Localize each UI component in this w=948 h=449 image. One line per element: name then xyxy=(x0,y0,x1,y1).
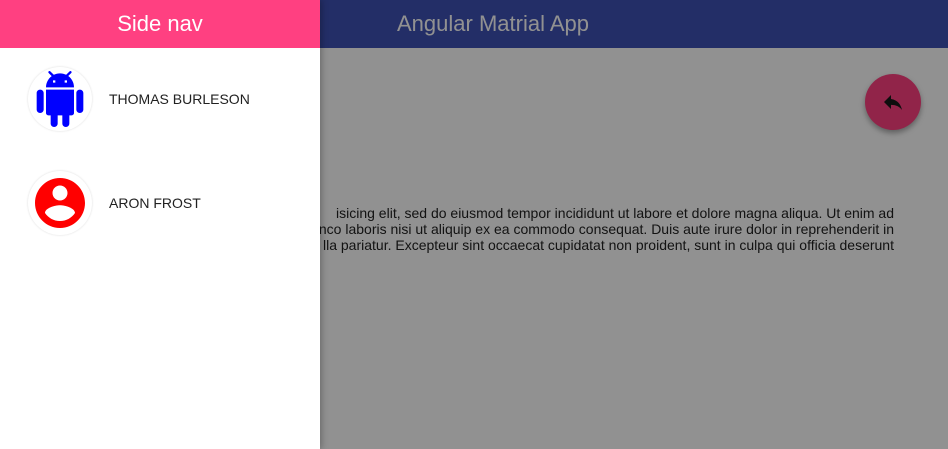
android-icon xyxy=(36,71,84,127)
sidenav-item-label: THOMAS BURLESON xyxy=(109,91,250,107)
sidenav-item-thomas-burleson[interactable]: THOMAS BURLESON xyxy=(0,59,320,139)
sidenav-item-label: ARON FROST xyxy=(109,195,201,211)
sidenav-item-aron-frost[interactable]: ARON FROST xyxy=(0,163,320,243)
app-root: Angular Matrial App isicing elit, sed do… xyxy=(0,0,948,449)
sidenav-header: Side nav xyxy=(0,0,320,48)
avatar xyxy=(28,171,92,235)
sidenav-title: Side nav xyxy=(117,11,203,36)
side-nav: Side nav THOMAS BURLESON ARON FROST xyxy=(0,0,320,449)
account-circle-icon xyxy=(35,178,85,228)
avatar xyxy=(28,67,92,131)
